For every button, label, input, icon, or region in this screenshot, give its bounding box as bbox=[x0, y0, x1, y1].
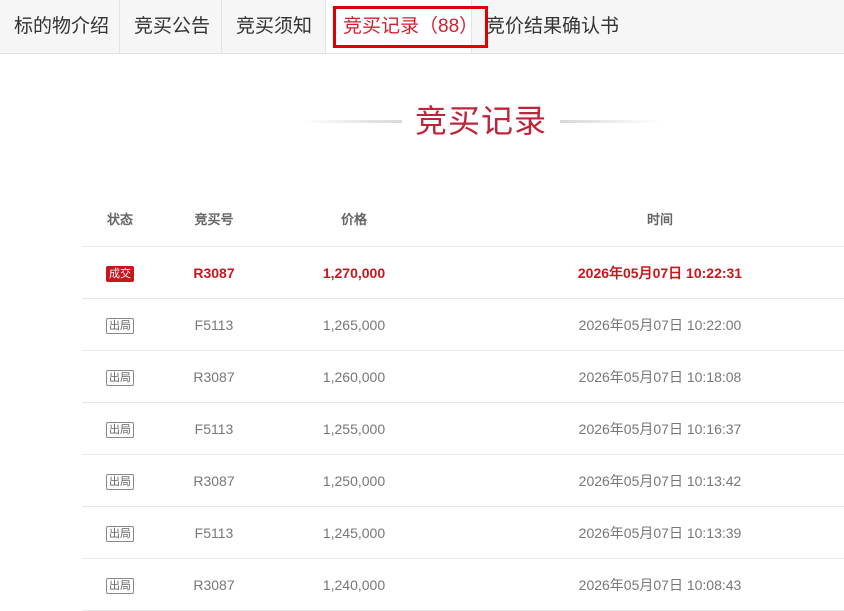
bid-number: R3087 bbox=[193, 369, 235, 385]
header-status: 状态 bbox=[106, 212, 133, 227]
bid-time: 2026年05月07日 10:13:39 bbox=[578, 525, 742, 541]
bid-time: 2026年05月07日 10:18:08 bbox=[578, 369, 742, 385]
tab-item-intro[interactable]: 标的物介绍 bbox=[0, 0, 120, 53]
status-badge: 出局 bbox=[106, 370, 134, 387]
bid-price: 1,240,000 bbox=[322, 577, 386, 593]
bid-records-table: 状态 竞买号 价格 时间 成交 R3087 1,270,000 2026年05月… bbox=[82, 194, 844, 611]
table-row: 出局 F5113 1,265,000 2026年05月07日 10:22:00 bbox=[82, 299, 844, 351]
status-badge: 出局 bbox=[106, 474, 134, 491]
bid-time: 2026年05月07日 10:13:42 bbox=[578, 473, 742, 489]
bid-time: 2026年05月07日 10:22:31 bbox=[577, 265, 743, 281]
bid-price: 1,270,000 bbox=[322, 265, 386, 281]
bid-price: 1,255,000 bbox=[322, 421, 386, 437]
tab-label: 标的物介绍 bbox=[14, 16, 110, 37]
active-tab-highlight: 竞买记录（88） bbox=[333, 6, 489, 48]
status-badge: 出局 bbox=[106, 578, 134, 595]
bid-number: R3087 bbox=[193, 473, 235, 489]
bid-number: R3087 bbox=[193, 265, 235, 281]
table-row: 出局 R3087 1,250,000 2026年05月07日 10:13:42 bbox=[82, 455, 844, 507]
tab-notice[interactable]: 竞买须知 bbox=[222, 0, 326, 53]
section-title: 竞买记录 bbox=[414, 103, 547, 139]
bid-price: 1,260,000 bbox=[322, 369, 386, 385]
header-price: 价格 bbox=[340, 212, 367, 227]
section-heading: 竞买记录 bbox=[0, 96, 844, 146]
heading-divider-right bbox=[560, 120, 662, 123]
status-badge: 出局 bbox=[106, 526, 134, 543]
status-badge: 成交 bbox=[106, 266, 134, 283]
bid-number: F5113 bbox=[194, 317, 234, 333]
bid-time: 2026年05月07日 10:16:37 bbox=[578, 421, 742, 437]
tab-result-confirmation[interactable]: 竞价结果确认书 bbox=[472, 0, 622, 53]
heading-divider-left bbox=[300, 120, 402, 123]
bid-price: 1,250,000 bbox=[322, 473, 386, 489]
tab-label: 竞买记录 bbox=[343, 16, 420, 37]
table-row: 成交 R3087 1,270,000 2026年05月07日 10:22:31 bbox=[82, 247, 844, 299]
table-row: 出局 R3087 1,240,000 2026年05月07日 10:08:43 bbox=[82, 559, 844, 611]
table-header-row: 状态 竞买号 价格 时间 bbox=[82, 194, 844, 247]
header-time: 时间 bbox=[646, 212, 673, 227]
status-badge: 出局 bbox=[106, 422, 134, 439]
bid-number: F5113 bbox=[194, 525, 234, 541]
table-row: 出局 F5113 1,245,000 2026年05月07日 10:13:39 bbox=[82, 507, 844, 559]
bid-number: R3087 bbox=[193, 577, 235, 593]
bid-time: 2026年05月07日 10:08:43 bbox=[578, 577, 742, 593]
table-row: 出局 R3087 1,260,000 2026年05月07日 10:18:08 bbox=[82, 351, 844, 403]
tab-announcement[interactable]: 竞买公告 bbox=[120, 0, 222, 53]
bid-time: 2026年05月07日 10:22:00 bbox=[578, 317, 742, 333]
status-badge: 出局 bbox=[106, 318, 134, 335]
bid-price: 1,245,000 bbox=[322, 525, 386, 541]
bid-number: F5113 bbox=[194, 421, 234, 437]
table-row: 出局 F5113 1,255,000 2026年05月07日 10:16:37 bbox=[82, 403, 844, 455]
tab-count: （88） bbox=[419, 16, 479, 37]
tab-label: 竞买公告 bbox=[134, 16, 211, 37]
tab-label: 竞买须知 bbox=[236, 16, 313, 37]
tab-bar: 标的物介绍 竞买公告 竞买须知 竞买记录（88） 竞价结果确认书 bbox=[0, 0, 844, 54]
header-bid-number: 竞买号 bbox=[194, 212, 234, 227]
tab-label: 竞价结果确认书 bbox=[486, 16, 620, 37]
tab-bid-records[interactable]: 竞买记录（88） bbox=[326, 0, 489, 53]
bid-price: 1,265,000 bbox=[322, 317, 386, 333]
